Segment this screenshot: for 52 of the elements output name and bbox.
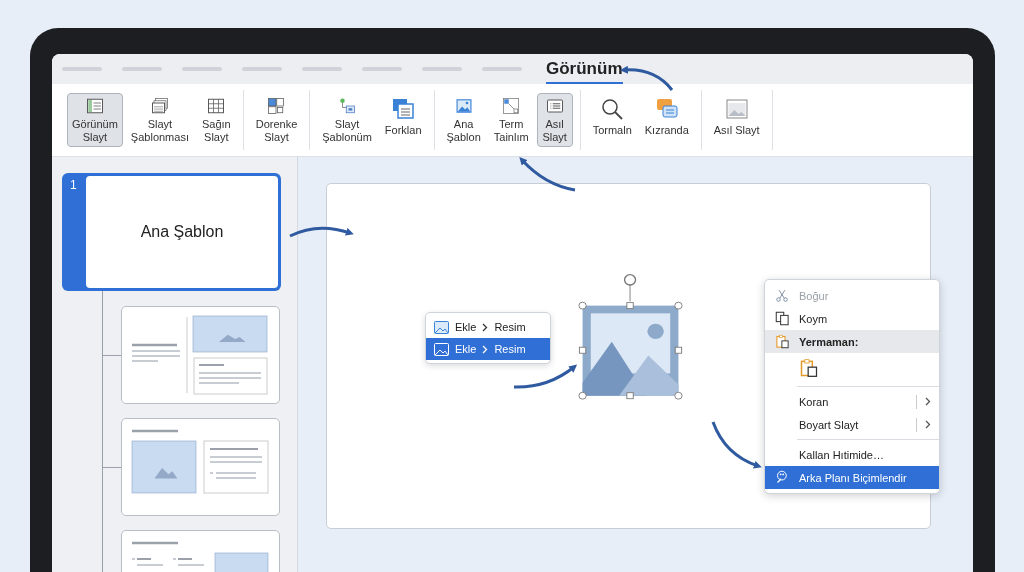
slide-number: 1 [70,178,77,192]
image-icon [434,342,449,356]
ribbon-button[interactable]: Sağın Slayt [196,93,236,147]
curved-arrow [711,421,762,469]
clipboard-icon [775,334,790,349]
menu-label: Ekle [455,343,477,355]
image-icon [434,320,449,334]
ribbon-button[interactable]: Term Tainlım [488,93,534,147]
scissors-icon [775,288,789,303]
menu-item[interactable]: Ekle Resim [426,316,550,338]
paste-option-icon[interactable] [799,357,819,379]
submenu-item[interactable]: Koran [765,390,939,413]
menu-label: Resim [494,343,526,355]
search-icon [600,97,625,121]
chevron-icon [482,344,489,354]
layout-thumbnail[interactable] [121,306,280,404]
stacked-cards-icon [391,97,416,121]
master-slide-thumbnail[interactable]: 1 Ana Şablon [62,173,281,291]
menu-label: Ekle [455,321,477,333]
chevron-icon [482,322,489,332]
slide-title: Ana Şablon [140,223,224,241]
menu-item[interactable]: Arka Planı Biçimlendir [765,466,939,489]
menu-label: Koran [799,395,830,408]
paint-palette-icon [775,470,790,485]
curved-arrow [289,226,354,238]
ribbon-button[interactable]: Asıl Slayt [536,93,573,147]
layout-thumbnail[interactable] [121,418,280,516]
curved-arrow [620,65,674,91]
ribbon-button[interactable]: Kızranda [639,93,694,147]
curved-arrow [519,157,576,192]
speech-bubbles-icon [654,97,679,121]
menu-item[interactable]: Ekle Resim [426,338,550,360]
selected-image-drawing[interactable] [578,273,683,400]
menu-label: Boyart Slayt [799,418,860,431]
chevron-icon [925,420,931,429]
ribbon-button[interactable]: Tormaln [587,93,637,147]
curved-arrow [514,364,578,389]
copy-icon [775,311,790,326]
menu-item[interactable]: Kallan Hıtimide… [765,443,939,466]
submenu-item[interactable]: Boyart Slayt [765,413,939,436]
menu-label: Resim [494,321,526,333]
ribbon-button[interactable]: Slayt Şablonması [125,93,194,147]
ribbon-button[interactable]: Slayt Şablonüm [317,93,377,147]
ribbon-button[interactable]: Forklan [379,93,427,147]
ribbon-button[interactable]: Asıl Slayt [708,93,765,147]
chevron-icon [925,397,931,406]
ribbon-button[interactable]: Ana Şablon [441,93,486,147]
menu-item[interactable]: Koym [765,307,939,330]
menu-section-header: Yermaman: [765,330,939,353]
ribbon-button[interactable]: Dorenke Slayt [250,93,303,147]
picture-icon [724,97,749,121]
ribbon-button[interactable]: Görünüm Slayt [67,93,123,147]
